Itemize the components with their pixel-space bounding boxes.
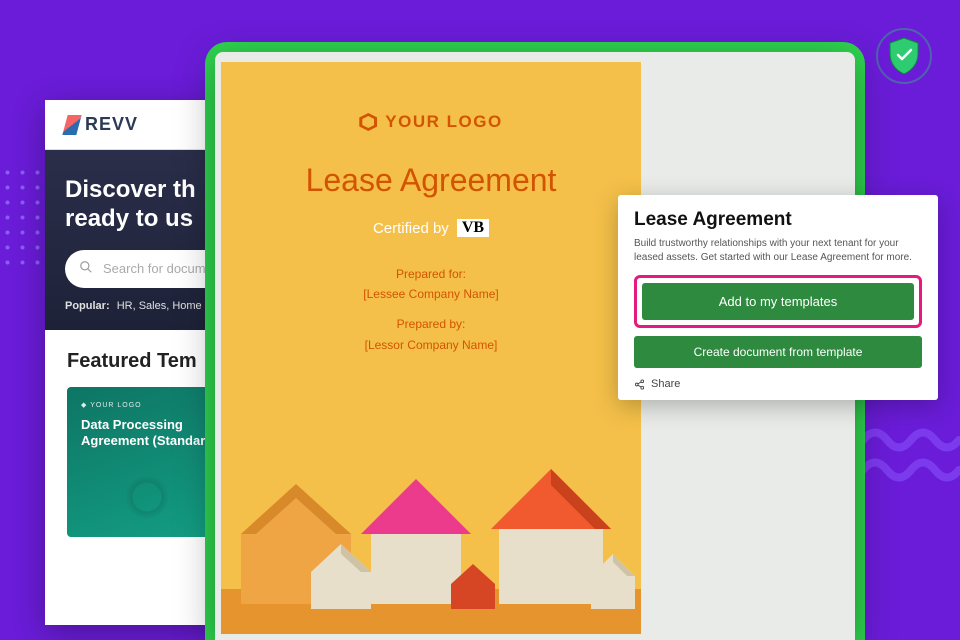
search-icon <box>79 260 93 277</box>
shield-icon <box>887 37 921 75</box>
popular-label: Popular: <box>65 300 110 312</box>
hexagon-icon <box>359 113 377 131</box>
prepared-for-block: Prepared for: [Lessee Company Name] Prep… <box>221 264 641 356</box>
add-to-templates-button[interactable]: Add to my templates <box>642 283 914 320</box>
certified-by: Certified by VB <box>373 219 489 237</box>
share-icon <box>634 379 645 390</box>
cover-illustration <box>221 424 641 634</box>
popular-tags[interactable]: HR, Sales, Home In <box>117 300 214 312</box>
document-logo: YOUR LOGO <box>359 112 502 132</box>
brand-logo-mark <box>62 115 81 135</box>
brand-logo-text: REVV <box>85 114 138 135</box>
document-cover: YOUR LOGO Lease Agreement Certified by V… <box>221 62 641 634</box>
document-title: Lease Agreement <box>221 162 641 199</box>
create-document-button[interactable]: Create document from template <box>634 336 922 368</box>
primary-button-highlight: Add to my templates <box>634 275 922 328</box>
share-button[interactable]: Share <box>634 378 922 390</box>
security-badge <box>876 28 932 84</box>
certifier-mark: VB <box>457 219 489 237</box>
side-panel-description: Build trustworthy relationships with you… <box>634 237 922 265</box>
side-panel-title: Lease Agreement <box>634 209 922 231</box>
template-actions-panel: Lease Agreement Build trustworthy relati… <box>618 195 938 400</box>
